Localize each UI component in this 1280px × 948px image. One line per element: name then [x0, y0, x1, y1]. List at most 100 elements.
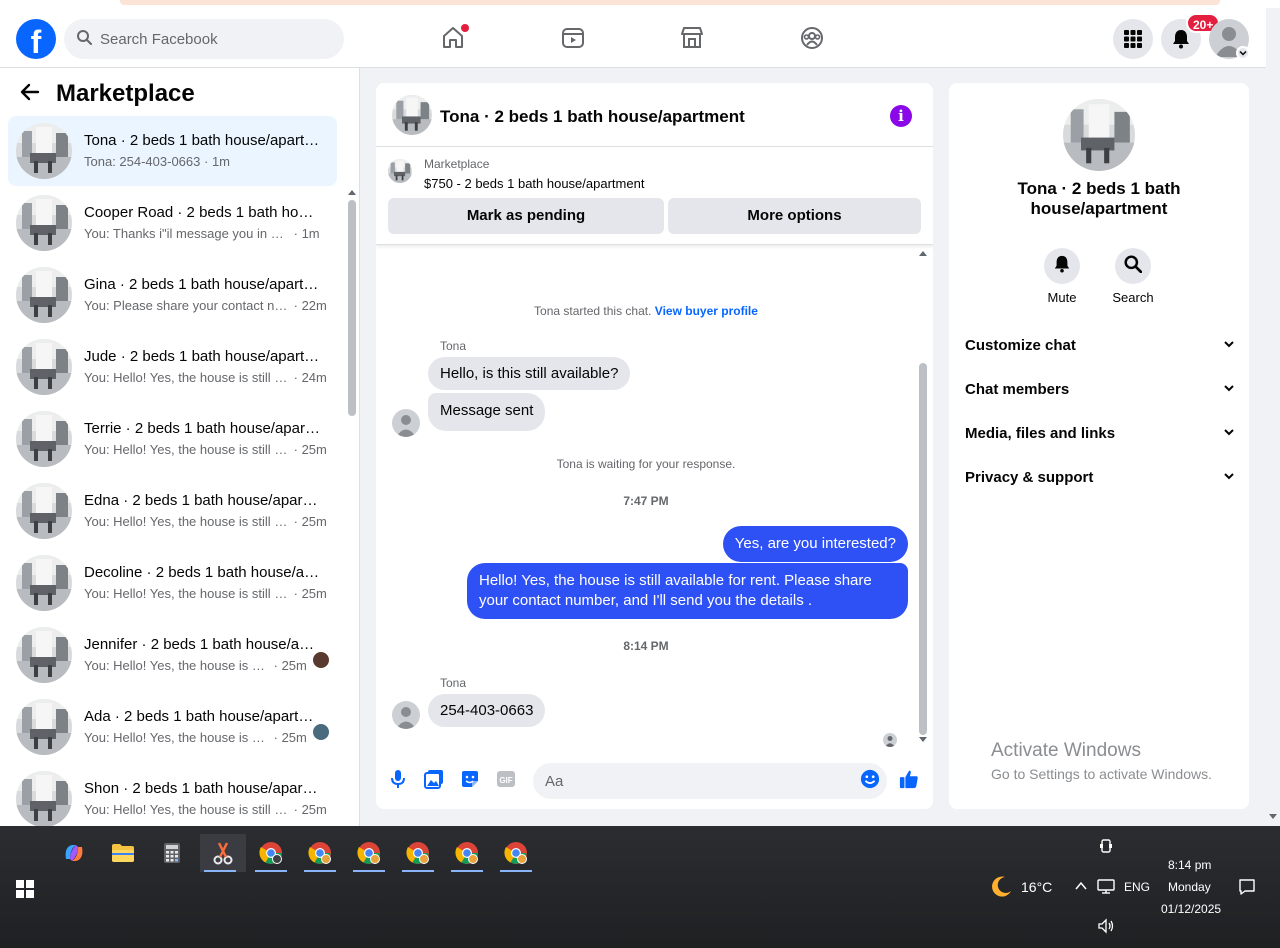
chevron-up-icon[interactable]: [1074, 879, 1088, 896]
chrome-icon[interactable]: [447, 834, 487, 872]
chrome-icon[interactable]: [349, 834, 389, 872]
search-box[interactable]: [64, 19, 344, 59]
timestamp: 8:14 PM: [623, 639, 669, 653]
conversation-snippet: You: Hello! Yes, the house is still a...…: [84, 802, 327, 817]
language-indicator[interactable]: ENG: [1124, 880, 1150, 894]
incoming-message[interactable]: Hello, is this still available?: [428, 357, 631, 390]
incoming-message[interactable]: 254-403-0663: [428, 694, 546, 727]
outgoing-message[interactable]: Hello! Yes, the house is still available…: [467, 563, 908, 619]
clock-date[interactable]: 01/12/2025: [1161, 902, 1221, 916]
conversation-name: Gina · 2 beds 1 bath house/apartment: [84, 276, 320, 293]
chevron-down-icon[interactable]: [1236, 46, 1250, 60]
bell-icon: [1053, 255, 1071, 278]
listing-thumbnail[interactable]: [388, 159, 412, 183]
svg-text:GIF: GIF: [499, 776, 512, 785]
chrome-icon[interactable]: [398, 834, 438, 872]
back-arrow-icon[interactable]: [20, 82, 40, 107]
temperature[interactable]: 16°C: [1021, 879, 1052, 895]
listing-thumbnail: [16, 123, 72, 179]
listing-price[interactable]: $750 - 2 beds 1 bath house/apartment: [424, 176, 644, 191]
marketplace-icon[interactable]: [676, 22, 708, 54]
file-explorer-icon[interactable]: [103, 834, 143, 872]
conversation-item[interactable]: Ada · 2 beds 1 bath house/apartment You: …: [8, 692, 337, 762]
message-input[interactable]: [533, 763, 887, 799]
conversation-item[interactable]: Decoline · 2 beds 1 bath house/apartment…: [8, 548, 337, 618]
mute-button[interactable]: Mute: [1030, 248, 1094, 305]
conversation-list-scrollbar[interactable]: [346, 188, 356, 826]
conversation-item[interactable]: Tona · 2 beds 1 bath house/apartment Tona…: [8, 116, 337, 186]
activate-windows-watermark: Activate Windows Go to Settings to activ…: [991, 740, 1212, 782]
search-label: Search: [1112, 290, 1154, 305]
chat-started-notice: Tona started this chat. View buyer profi…: [534, 304, 758, 318]
chrome-icon[interactable]: [496, 834, 536, 872]
snipping-tool-icon[interactable]: [200, 834, 246, 872]
page-scrollbar[interactable]: [1266, 8, 1280, 826]
listing-thumbnail: [16, 339, 72, 395]
section-label: Customize chat: [965, 336, 1076, 354]
mute-label: Mute: [1047, 290, 1077, 305]
weather-moon-icon[interactable]: [988, 874, 1014, 903]
gif-icon[interactable]: GIF: [496, 769, 516, 789]
outgoing-message[interactable]: Yes, are you interested?: [722, 526, 908, 562]
conversation-item[interactable]: Jude · 2 beds 1 bath house/apartment You:…: [8, 332, 337, 402]
incoming-message[interactable]: Message sent: [428, 393, 546, 431]
conversation-time: · 25m: [273, 658, 307, 673]
conversation-snippet: You: Hello! Yes, the house is still a...…: [84, 370, 327, 385]
conversation-item[interactable]: Jennifer · 2 beds 1 bath house/apartment…: [8, 620, 337, 690]
groups-icon[interactable]: [796, 22, 828, 54]
video-icon[interactable]: [557, 22, 589, 54]
conversation-item[interactable]: Edna · 2 beds 1 bath house/apartment You:…: [8, 476, 337, 546]
conversation-item[interactable]: Gina · 2 beds 1 bath house/apartment You:…: [8, 260, 337, 330]
like-thumbs-up-icon[interactable]: [899, 769, 919, 789]
details-section-0[interactable]: Customize chat: [965, 333, 1235, 357]
details-section-1[interactable]: Chat members: [965, 377, 1235, 401]
emoji-icon[interactable]: [860, 769, 880, 789]
info-icon[interactable]: i: [890, 105, 912, 127]
chat-scrollbar[interactable]: [916, 249, 930, 745]
clock-day[interactable]: Monday: [1168, 880, 1211, 894]
search-in-chat-button[interactable]: Search: [1101, 248, 1165, 305]
facebook-header: f 20+: [0, 8, 1266, 68]
conversation-item[interactable]: Terrie · 2 beds 1 bath house/apartment Yo…: [8, 404, 337, 474]
more-options-button[interactable]: More options: [668, 198, 921, 234]
listing-avatar-large[interactable]: [1063, 99, 1135, 171]
sender-avatar[interactable]: [392, 701, 420, 729]
chat-details-panel: Tona · 2 beds 1 bath house/apartment Mut…: [949, 83, 1249, 809]
chat-title[interactable]: Tona · 2 beds 1 bath house/apartment: [440, 107, 745, 127]
chrome-icon[interactable]: [300, 834, 340, 872]
search-input[interactable]: [100, 30, 320, 48]
windows-start-icon[interactable]: [16, 880, 34, 898]
sticker-icon[interactable]: [460, 769, 480, 789]
view-buyer-profile-link[interactable]: View buyer profile: [655, 304, 758, 318]
details-section-2[interactable]: Media, files and links: [965, 421, 1235, 445]
listing-avatar[interactable]: [392, 95, 432, 135]
sender-avatar[interactable]: [392, 409, 420, 437]
message-thread: Tona started this chat. View buyer profi…: [376, 246, 933, 747]
calculator-icon[interactable]: [152, 834, 192, 872]
volume-icon[interactable]: [1097, 918, 1115, 937]
chat-panel: Tona · 2 beds 1 bath house/apartment i M…: [376, 83, 933, 809]
tablet-mode-icon[interactable]: [1098, 838, 1114, 857]
conversation-item[interactable]: Shon · 2 beds 1 bath house/apartment You:…: [8, 764, 337, 826]
listing-thumbnail: [16, 555, 72, 611]
marketplace-header: Marketplace: [20, 80, 195, 108]
menu-grid-icon[interactable]: [1113, 19, 1153, 59]
conversation-snippet: You: Hello! Yes, the house is sti... · 2…: [84, 730, 307, 745]
waiting-notice: Tona is waiting for your response.: [556, 457, 736, 471]
conversation-name: Decoline · 2 beds 1 bath house/apartment: [84, 564, 320, 581]
photo-icon[interactable]: [424, 769, 444, 789]
notification-center-icon[interactable]: [1238, 878, 1256, 899]
conversation-name: Shon · 2 beds 1 bath house/apartment: [84, 780, 320, 797]
clock-time[interactable]: 8:14 pm: [1168, 858, 1211, 872]
copilot-icon[interactable]: [54, 834, 94, 872]
conversation-item[interactable]: Cooper Road · 2 beds 1 bath house/apartm…: [8, 188, 337, 258]
facebook-logo[interactable]: f: [16, 19, 56, 59]
microphone-icon[interactable]: [388, 769, 408, 789]
conversation-snippet: You: Hello! Yes, the house is still a...…: [84, 442, 327, 457]
listing-source: Marketplace: [424, 157, 490, 171]
network-icon[interactable]: [1097, 878, 1115, 897]
details-section-3[interactable]: Privacy & support: [965, 465, 1235, 489]
chrome-icon[interactable]: [251, 834, 291, 872]
conversation-time: · 1m: [293, 226, 320, 241]
mark-as-pending-button[interactable]: Mark as pending: [388, 198, 664, 234]
